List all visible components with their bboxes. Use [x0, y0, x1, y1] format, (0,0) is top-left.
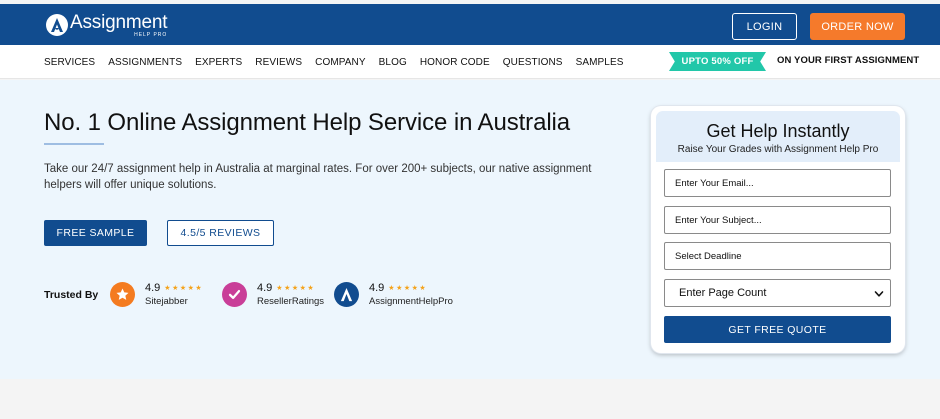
form-title: Get Help Instantly: [706, 121, 850, 141]
rating-stars-icon: ★★★★★: [164, 284, 204, 292]
rating-score: 4.9: [369, 281, 385, 294]
nav-item-honor-code[interactable]: HONOR CODE: [420, 57, 490, 68]
form-header: Get Help Instantly Raise Your Grades wit…: [656, 111, 900, 162]
nav-item-blog[interactable]: BLOG: [379, 57, 407, 68]
hero-description: Take our 24/7 assignment help in Austral…: [44, 163, 592, 191]
login-button[interactable]: LOGIN: [732, 13, 797, 40]
nav-item-experts[interactable]: EXPERTS: [195, 57, 242, 68]
main-nav: SERVICES ASSIGNMENTS EXPERTS REVIEWS COM…: [0, 45, 940, 79]
discount-promo-tag[interactable]: UPTO 50% OFF: [669, 52, 766, 71]
resellerratings-badge[interactable]: 4.9 ★★★★★ ResellerRatings: [222, 279, 324, 309]
sitejabber-star-icon: [110, 281, 135, 307]
email-input[interactable]: [664, 169, 891, 197]
logo-text: Assignment: [70, 12, 168, 33]
assignmenthelppro-rating: 4.9 ★★★★★ AssignmentHelpPro: [369, 281, 453, 308]
rating-source-name: AssignmentHelpPro: [369, 296, 453, 307]
sitejabber-badge[interactable]: 4.9 ★★★★★ Sitejabber: [110, 279, 203, 309]
subject-input[interactable]: [664, 206, 891, 234]
discount-promo-text: ON YOUR FIRST ASSIGNMENT: [777, 55, 920, 66]
nav-item-company[interactable]: COMPANY: [315, 57, 366, 68]
assignmenthelppro-logo-icon: [334, 281, 359, 307]
resellerratings-rating: 4.9 ★★★★★ ResellerRatings: [257, 281, 325, 308]
reviews-button[interactable]: 4.5/5 REVIEWS: [167, 220, 274, 246]
rating-score: 4.9: [257, 281, 273, 294]
form-subtitle: Raise Your Grades with Assignment Help P…: [677, 144, 879, 155]
nav-item-questions[interactable]: QUESTIONS: [503, 57, 563, 68]
resellerratings-check-icon: [222, 281, 247, 307]
rating-stars-icon: ★★★★★: [276, 284, 316, 292]
page-count-selected-value: Enter Page Count: [679, 287, 767, 299]
get-free-quote-button[interactable]: GET FREE QUOTE: [664, 316, 891, 343]
deadline-input[interactable]: [664, 242, 891, 270]
nav-item-services[interactable]: SERVICES: [44, 57, 95, 68]
page-count-select[interactable]: Enter Page Count: [664, 279, 891, 307]
sitejabber-rating: 4.9 ★★★★★ Sitejabber: [145, 281, 204, 308]
top-header-bar: Assignment HELP PRO LOGIN ORDER NOW: [0, 4, 940, 45]
nav-item-assignments[interactable]: ASSIGNMENTS: [108, 57, 182, 68]
logo-a-icon: [46, 14, 68, 36]
rating-score: 4.9: [145, 281, 161, 294]
quote-form-card: Get Help Instantly Raise Your Grades wit…: [651, 106, 905, 353]
nav-item-reviews[interactable]: REVIEWS: [255, 57, 302, 68]
rating-source-name: Sitejabber: [145, 296, 188, 307]
rating-stars-icon: ★★★★★: [388, 284, 428, 292]
nav-item-samples[interactable]: SAMPLES: [576, 57, 624, 68]
chevron-down-icon: [874, 291, 884, 297]
page-title: No. 1 Online Assignment Help Service in …: [44, 109, 571, 136]
site-logo[interactable]: Assignment HELP PRO: [46, 12, 167, 38]
assignmenthelppro-badge[interactable]: 4.9 ★★★★★ AssignmentHelpPro: [334, 279, 453, 309]
nav-links: SERVICES ASSIGNMENTS EXPERTS REVIEWS COM…: [44, 45, 637, 79]
order-now-button[interactable]: ORDER NOW: [810, 13, 905, 40]
trusted-by-label: Trusted By: [44, 289, 99, 301]
title-underline-divider: [44, 143, 104, 145]
logo-wordmark: Assignment HELP PRO: [70, 12, 167, 38]
logo-subtext: HELP PRO: [134, 32, 168, 38]
free-sample-button[interactable]: FREE SAMPLE: [44, 220, 147, 246]
rating-source-name: ResellerRatings: [257, 296, 325, 307]
